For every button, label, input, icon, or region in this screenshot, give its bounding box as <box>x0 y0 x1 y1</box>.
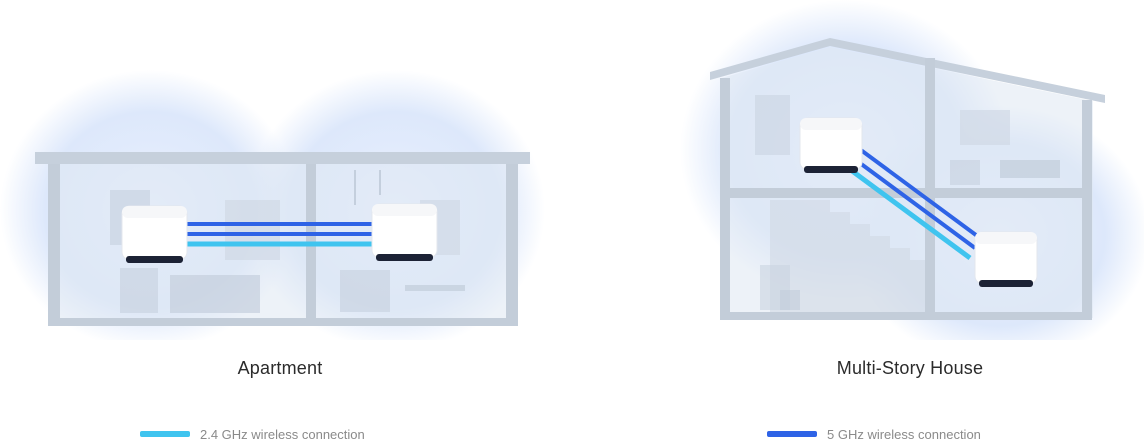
mesh-node-upper <box>799 117 863 173</box>
apartment-illustration <box>0 70 545 340</box>
legend-label-2-4ghz: 2.4 GHz wireless connection <box>200 426 365 442</box>
legend-swatch-2-4ghz <box>140 431 190 437</box>
mesh-coverage-panel: Apartment Multi-Story House 2.4 GHz wire… <box>0 0 1144 446</box>
apartment-caption: Apartment <box>237 358 323 378</box>
house-illustration <box>680 0 1144 340</box>
legend-label-5ghz: 5 GHz wireless connection <box>827 426 981 442</box>
multi-story-house-caption: Multi-Story House <box>836 358 984 378</box>
mesh-node-lower <box>974 231 1038 287</box>
legend-5ghz: 5 GHz wireless connection <box>767 426 981 442</box>
house-building <box>710 38 1105 320</box>
legend-2-4ghz: 2.4 GHz wireless connection <box>140 426 365 442</box>
mesh-node-left <box>121 205 188 263</box>
mesh-node-right <box>371 203 438 261</box>
legend-swatch-5ghz <box>767 431 817 437</box>
apartment-building <box>35 152 530 326</box>
